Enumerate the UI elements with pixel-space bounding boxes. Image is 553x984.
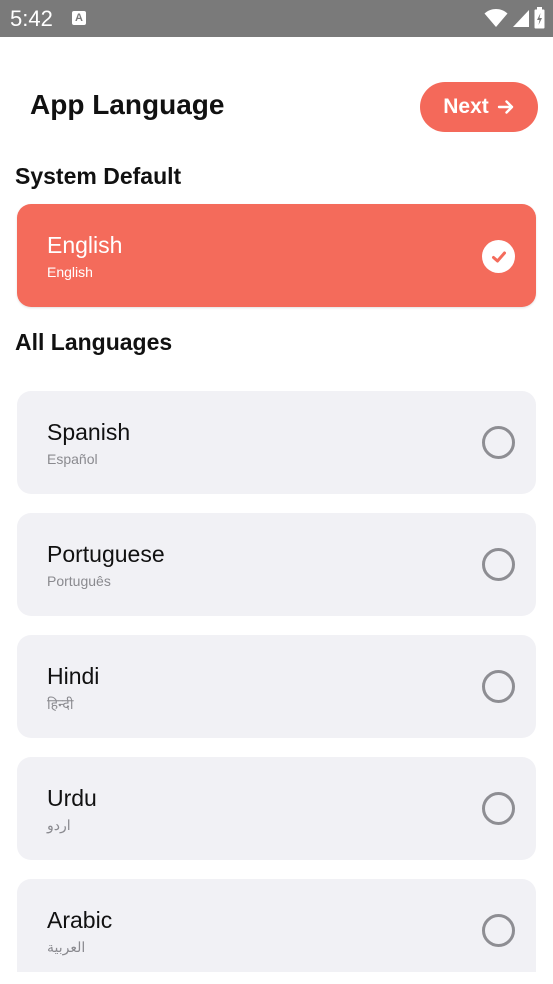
language-option-spanish[interactable]: Spanish Español bbox=[17, 391, 536, 494]
system-default-title: System Default bbox=[15, 163, 182, 189]
next-button[interactable]: Next bbox=[420, 82, 538, 132]
status-time: 5:42 bbox=[10, 6, 53, 31]
check-circle-icon bbox=[482, 240, 515, 273]
language-native-name: العربية bbox=[47, 939, 86, 955]
arrow-right-icon bbox=[497, 100, 513, 114]
status-bar: 5:42 A bbox=[0, 0, 553, 37]
radio-empty-icon[interactable] bbox=[482, 670, 515, 703]
page-title: App Language bbox=[30, 89, 225, 120]
language-option-urdu[interactable]: Urdu اردو bbox=[17, 757, 536, 860]
radio-empty-icon[interactable] bbox=[482, 548, 515, 581]
language-name: Portuguese bbox=[47, 541, 165, 567]
language-name: English bbox=[47, 232, 123, 258]
language-native-name: हिन्दी bbox=[47, 696, 74, 712]
language-option-arabic[interactable]: Arabic العربية bbox=[17, 879, 536, 972]
language-native-name: Español bbox=[47, 451, 98, 467]
radio-empty-icon[interactable] bbox=[482, 792, 515, 825]
language-option-hindi[interactable]: Hindi हिन्दी bbox=[17, 635, 536, 738]
wifi-icon bbox=[484, 9, 508, 27]
language-native-name: English bbox=[47, 264, 93, 280]
language-option-english[interactable]: English English bbox=[17, 204, 536, 307]
signal-icon bbox=[513, 10, 529, 27]
language-name: Hindi bbox=[47, 663, 100, 689]
language-name: Arabic bbox=[47, 907, 113, 933]
radio-empty-icon[interactable] bbox=[482, 914, 515, 947]
all-languages-title: All Languages bbox=[15, 329, 173, 355]
battery-icon bbox=[534, 7, 545, 29]
next-button-label: Next bbox=[443, 95, 489, 118]
language-native-name: Português bbox=[47, 573, 111, 589]
radio-empty-icon[interactable] bbox=[482, 426, 515, 459]
language-native-name: اردو bbox=[47, 817, 71, 833]
notification-a-icon: A bbox=[72, 11, 86, 25]
status-icons bbox=[484, 7, 545, 29]
language-name: Spanish bbox=[47, 419, 131, 445]
language-option-portuguese[interactable]: Portuguese Português bbox=[17, 513, 536, 616]
header: App Language Next bbox=[0, 37, 553, 157]
app-language-screen: 5:42 A App Language Next System Default bbox=[0, 0, 553, 984]
language-name: Urdu bbox=[47, 785, 97, 811]
